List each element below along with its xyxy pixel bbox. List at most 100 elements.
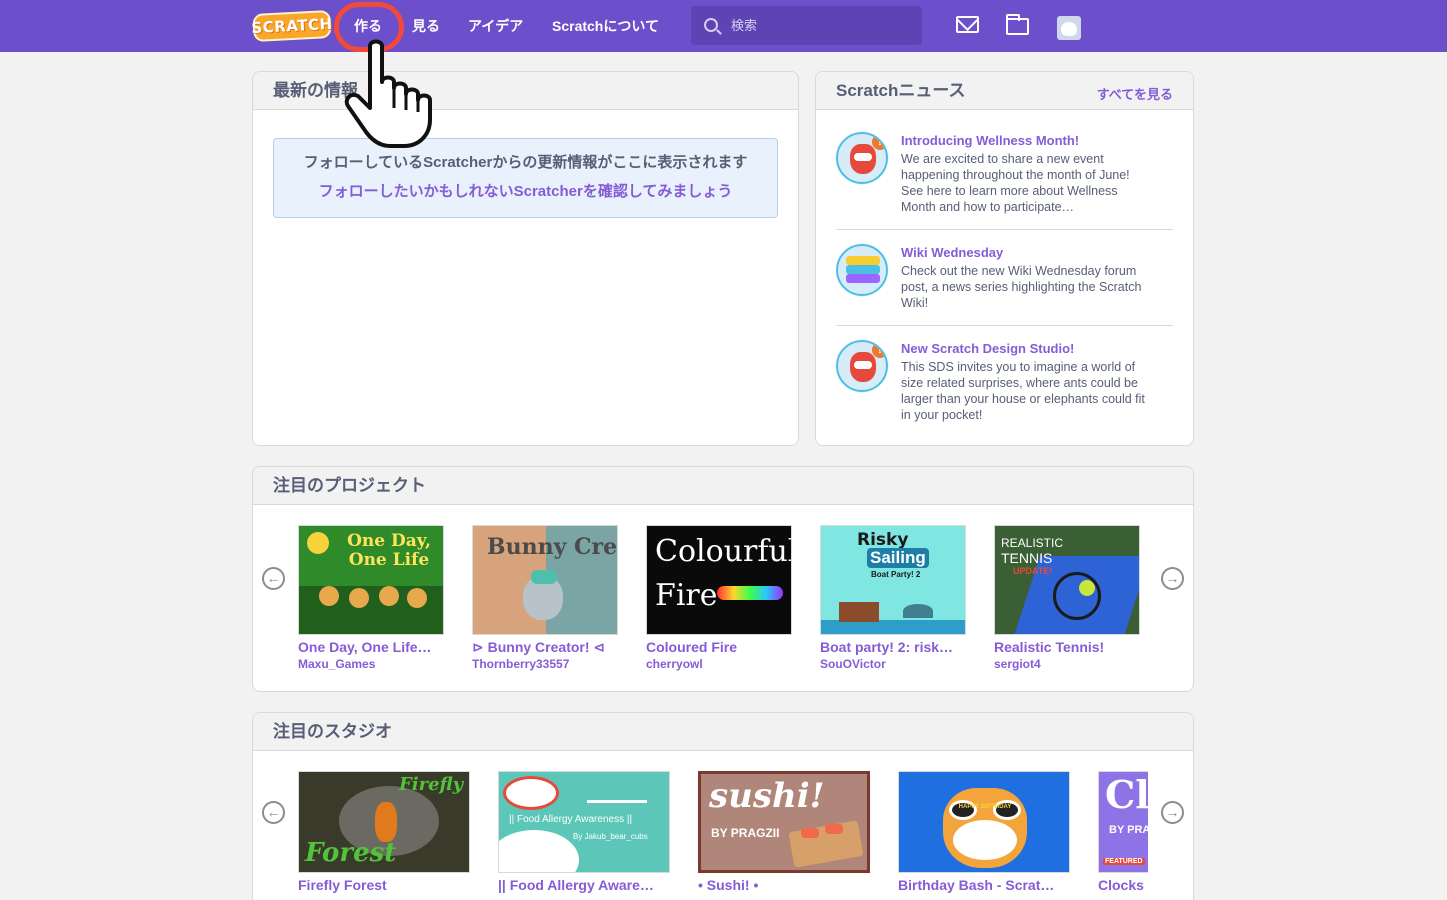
search-input[interactable] xyxy=(731,6,911,45)
project-tile[interactable]: Colourful Fire Coloured Fire cherryowl xyxy=(646,525,792,672)
thumbnail-text: BY PRA xyxy=(1109,824,1148,836)
pointer-hand-cursor xyxy=(344,39,432,148)
activity-header: 最新の情報 xyxy=(253,72,798,110)
news-header: Scratchニュース すべてを見る xyxy=(816,72,1193,110)
activity-box: 最新の情報 フォローしているScratcherからの更新情報がここに表示されます… xyxy=(252,71,799,446)
thumbnail-text: Bunny Creator xyxy=(487,534,618,560)
featured-studios-box: 注目のスタジオ ← → Firefly Forest Firefly Fores… xyxy=(252,712,1194,900)
desc-line: happening throughout the month of June! xyxy=(901,168,1130,182)
project-author[interactable]: Thornberry33557 xyxy=(472,657,618,672)
news-item-desc: Check out the new Wiki Wednesday forum p… xyxy=(901,263,1173,311)
divider xyxy=(836,325,1173,326)
project-author[interactable]: sergiot4 xyxy=(994,657,1140,672)
thumbnail-text: sushi! xyxy=(709,776,825,816)
news-thumbnail xyxy=(836,244,888,296)
thumbnail-text: Cl xyxy=(1105,772,1148,817)
studio-tile[interactable]: Firefly Forest Firefly Forest xyxy=(298,771,470,894)
news-item-title[interactable]: Introducing Wellness Month! xyxy=(901,132,1173,149)
desc-line: Month and how to participate… xyxy=(901,200,1075,214)
project-author[interactable]: cherryowl xyxy=(646,657,792,672)
featured-projects-title: 注目のプロジェクト xyxy=(273,476,426,495)
project-author[interactable]: SouOVictor xyxy=(820,657,966,672)
carousel-prev-arrow-icon[interactable]: ← xyxy=(262,567,285,590)
desc-line: We are excited to share a new event xyxy=(901,152,1104,166)
scratch-logo[interactable]: SCRATCH xyxy=(251,9,333,43)
featured-projects-header: 注目のプロジェクト xyxy=(253,467,1193,505)
avatar[interactable] xyxy=(1057,16,1081,40)
news-see-all-link[interactable]: すべてを見る xyxy=(1097,84,1173,103)
studio-tile[interactable]: sushi! BY PRAGZII • Sushi! • xyxy=(698,771,870,894)
logo-text: SCRATCH xyxy=(251,14,333,38)
thumbnail-text: REALISTIC xyxy=(1001,536,1064,550)
thumbnail-text: By Jakub_bear_cubs xyxy=(573,832,648,841)
activity-empty-message: フォローしているScratcherからの更新情報がここに表示されます フォローし… xyxy=(273,138,778,218)
news-item-desc: We are excited to share a new event happ… xyxy=(901,151,1173,215)
wiki-stripe xyxy=(846,274,880,283)
thumbnail-text: One Day, One Life xyxy=(347,531,431,570)
giga-creature-icon xyxy=(850,144,876,174)
project-thumbnail[interactable]: One Day, One Life xyxy=(298,525,444,635)
thumbnail-text: Sailing xyxy=(867,548,929,568)
studio-title[interactable]: Clocks xyxy=(1098,877,1148,894)
project-title[interactable]: One Day, One Life… xyxy=(298,639,444,656)
studio-tile[interactable]: Cl BY PRA FEATURED Clocks xyxy=(1098,771,1148,894)
desc-line: size related surprises, where ants could… xyxy=(901,376,1138,390)
studio-thumbnail[interactable]: HAPPY BIRTHDAY xyxy=(898,771,1070,873)
activity-suggest-link[interactable]: フォローしたいかもしれないScratcherを確認してみましょう xyxy=(274,181,777,203)
studio-title[interactable]: || Food Allergy Aware… xyxy=(498,877,670,894)
featured-studios-header: 注目のスタジオ xyxy=(253,713,1193,751)
studio-tile[interactable]: HAPPY BIRTHDAY Birthday Bash - Scrat… xyxy=(898,771,1070,894)
project-thumbnail[interactable]: Risky Sailing Boat Party! 2 xyxy=(820,525,966,635)
project-title[interactable]: Boat party! 2: risk… xyxy=(820,639,966,656)
alert-badge-icon: ! xyxy=(872,134,886,150)
studio-title[interactable]: Birthday Bash - Scrat… xyxy=(898,877,1070,894)
search-icon xyxy=(704,18,718,32)
news-item-title[interactable]: Wiki Wednesday xyxy=(901,244,1173,261)
folder-icon[interactable] xyxy=(1006,14,1029,35)
news-item-desc: This SDS invites you to imagine a world … xyxy=(901,359,1173,423)
desc-line: Check out the new Wiki Wednesday forum xyxy=(901,264,1137,278)
nav-about[interactable]: Scratchについて xyxy=(552,0,659,52)
project-tile[interactable]: One Day, One Life One Day, One Life… Max… xyxy=(298,525,444,672)
project-tile[interactable]: Risky Sailing Boat Party! 2 Boat party! … xyxy=(820,525,966,672)
news-item-title[interactable]: New Scratch Design Studio! xyxy=(901,340,1173,357)
thumbnail-text: || Food Allergy Awareness || xyxy=(509,814,633,825)
thumbnail-text: Boat Party! 2 xyxy=(871,570,921,579)
studio-thumbnail[interactable]: sushi! BY PRAGZII xyxy=(698,771,870,873)
desc-line: See here to learn more about Wellness xyxy=(901,184,1118,198)
studio-thumbnail[interactable]: Firefly Forest xyxy=(298,771,470,873)
thumbnail-text: HAPPY BIRTHDAY xyxy=(958,804,1012,810)
studio-title[interactable]: Firefly Forest xyxy=(298,877,470,894)
mail-icon[interactable] xyxy=(956,16,979,33)
studio-title[interactable]: • Sushi! • xyxy=(698,877,870,894)
thumbnail-text: Colourful xyxy=(655,534,792,569)
thumbnail-text: Firefly xyxy=(399,774,464,795)
alert-badge-icon: ! xyxy=(872,342,886,358)
thumbnail-text: Fire xyxy=(655,578,718,613)
project-title[interactable]: Coloured Fire xyxy=(646,639,792,656)
studio-thumbnail[interactable]: Cl BY PRA FEATURED xyxy=(1098,771,1148,873)
wiki-stripe xyxy=(846,265,880,274)
project-tile[interactable]: Bunny Creator ⊳ Bunny Creator! ⊲ Thornbe… xyxy=(472,525,618,672)
nav-ideas[interactable]: アイデア xyxy=(468,0,523,52)
carousel-prev-arrow-icon[interactable]: ← xyxy=(262,801,285,824)
carousel-next-arrow-icon[interactable]: → xyxy=(1161,801,1184,824)
project-thumbnail[interactable]: Bunny Creator xyxy=(472,525,618,635)
studio-tile[interactable]: || Food Allergy Awareness || By Jakub_be… xyxy=(498,771,670,894)
activity-message-line1: フォローしているScratcherからの更新情報がここに表示されます xyxy=(303,154,748,171)
project-title[interactable]: ⊳ Bunny Creator! ⊲ xyxy=(472,639,618,656)
project-title[interactable]: Realistic Tennis! xyxy=(994,639,1140,656)
project-thumbnail[interactable]: Colourful Fire xyxy=(646,525,792,635)
project-tile[interactable]: REALISTIC TENNIS UPDATE! Realistic Tenni… xyxy=(994,525,1140,672)
project-thumbnail[interactable]: REALISTIC TENNIS UPDATE! xyxy=(994,525,1140,635)
news-box: Scratchニュース すべてを見る ! Introducing Wellnes… xyxy=(815,71,1194,446)
project-author[interactable]: Maxu_Games xyxy=(298,657,444,672)
desc-line: post, a news series highlighting the Scr… xyxy=(901,280,1142,294)
studio-thumbnail[interactable]: || Food Allergy Awareness || By Jakub_be… xyxy=(498,771,670,873)
search-bar[interactable] xyxy=(691,6,922,45)
desc-line: in your pocket! xyxy=(901,408,983,422)
divider xyxy=(836,229,1173,230)
thumbnail-text: BY PRAGZII xyxy=(711,826,780,840)
carousel-next-arrow-icon[interactable]: → xyxy=(1161,567,1184,590)
news-thumbnail: ! xyxy=(836,132,888,184)
